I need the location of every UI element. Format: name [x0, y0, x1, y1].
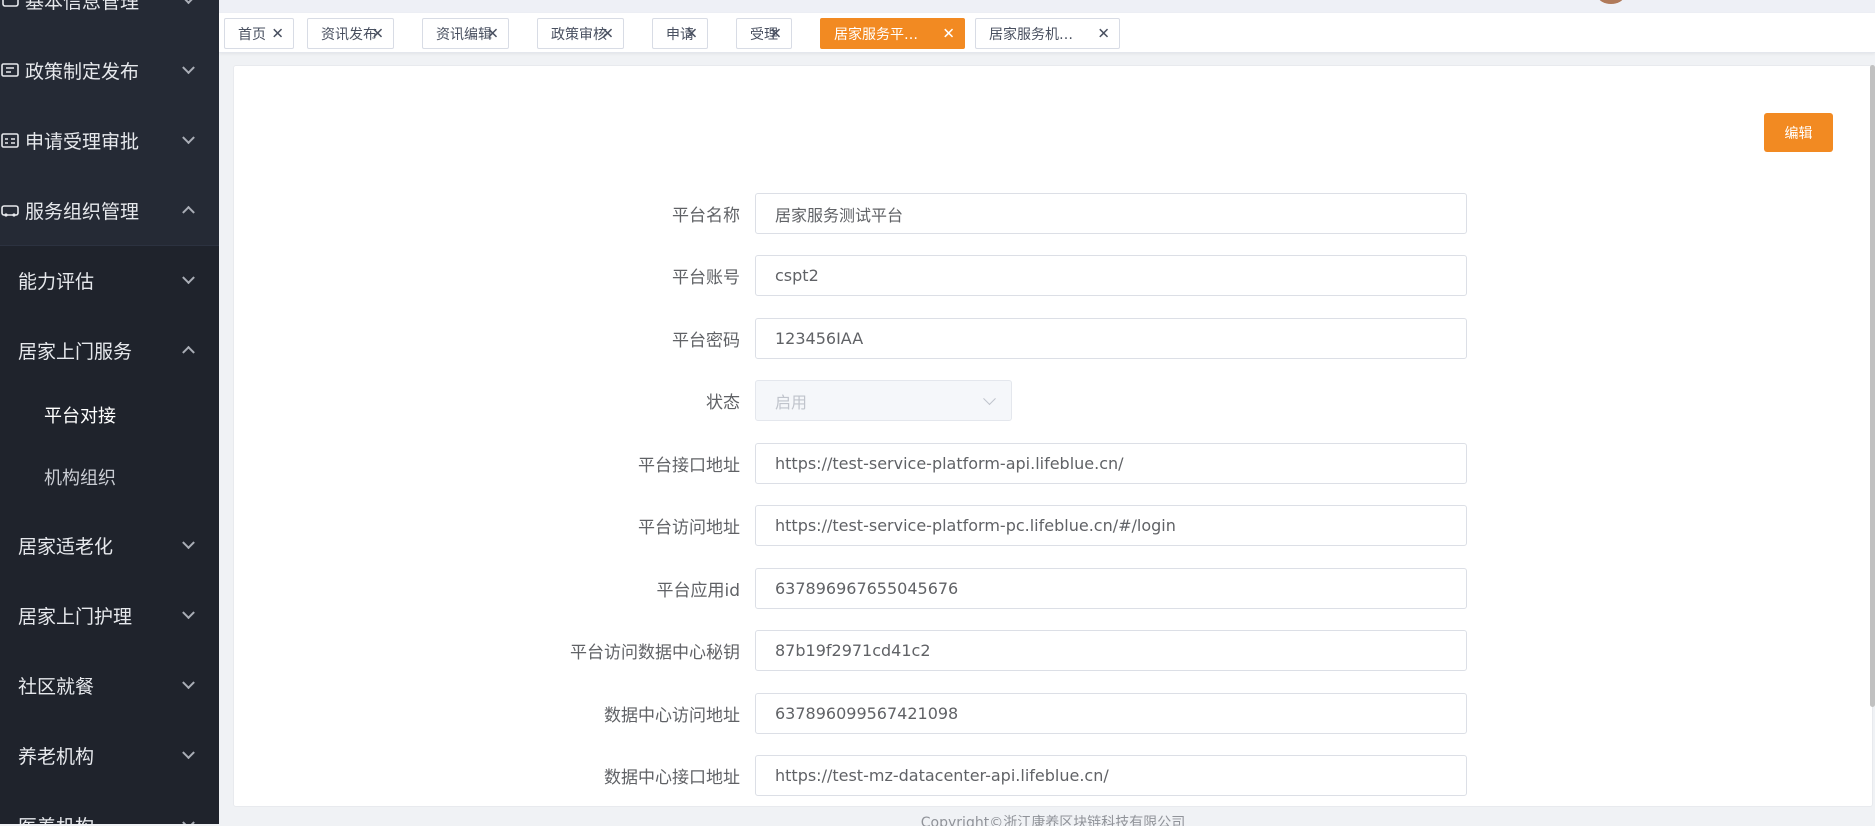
form-row-app-id: 平台应用id 637896967655045676: [470, 568, 1482, 609]
field-label: 数据中心访问地址: [604, 706, 740, 726]
field-label: 平台应用id: [656, 581, 740, 601]
status-value: 启用: [775, 392, 808, 412]
menu-platform-dock[interactable]: 平台对接: [0, 380, 219, 450]
form-row-platform-name: 平台名称 居家服务测试平台: [470, 193, 1482, 234]
sidebar: 基本信息管理 政策制定发布 申请受理审批 服务组织管理 能力评估 居家上门服务 …: [0, 0, 219, 824]
tab-bar: 首页 ✕ 资讯发布 ✕ 资讯编辑 ✕ 政策审核 ✕ 申请 ✕ 受理 ✕ 居家服务…: [219, 13, 1875, 53]
menu-label: 机构组织: [44, 468, 116, 489]
platform-password-input[interactable]: 123456IAA: [755, 318, 1467, 359]
tab-label: 资讯发布: [321, 26, 377, 43]
datacenter-access-input[interactable]: 637896099567421098: [755, 693, 1467, 734]
menu-elder-inst[interactable]: 养老机构: [0, 720, 219, 790]
approval-icon: [1, 131, 21, 149]
edit-button[interactable]: 编辑: [1764, 113, 1833, 152]
menu-aging-adapt[interactable]: 居家适老化: [0, 510, 219, 580]
policy-icon: [1, 61, 21, 79]
field-label: 平台名称: [672, 206, 740, 226]
chevron-down-icon: [983, 391, 996, 405]
form-row-access-address: 平台访问地址 https://test-service-platform-pc.…: [470, 505, 1482, 546]
tab-news-edit[interactable]: 资讯编辑 ✕: [422, 18, 509, 49]
top-header: [219, 0, 1875, 13]
close-icon[interactable]: ✕: [371, 26, 384, 41]
tab-apply[interactable]: 申请 ✕: [652, 18, 708, 49]
close-icon[interactable]: ✕: [769, 26, 782, 41]
field-label: 平台账号: [672, 268, 740, 288]
tab-home-service-org[interactable]: 居家服务机… ✕: [975, 18, 1120, 49]
field-label: 平台密码: [672, 331, 740, 351]
menu-org[interactable]: 机构组织: [0, 442, 219, 512]
close-icon[interactable]: ✕: [271, 26, 284, 41]
datacenter-secret-input[interactable]: 87b19f2971cd41c2: [755, 630, 1467, 671]
scrollbar[interactable]: [1870, 65, 1875, 707]
field-label: 平台访问地址: [638, 518, 740, 538]
access-address-input[interactable]: https://test-service-platform-pc.lifeblu…: [755, 505, 1467, 546]
menu-capability[interactable]: 能力评估: [0, 245, 219, 315]
close-icon[interactable]: ✕: [685, 26, 698, 41]
menu-home-nursing[interactable]: 居家上门护理: [0, 580, 219, 650]
app-id-input[interactable]: 637896967655045676: [755, 568, 1467, 609]
tab-label: 居家服务平…: [834, 26, 918, 43]
org-icon: [1, 201, 21, 219]
form-row-datacenter-access: 数据中心访问地址 637896099567421098: [470, 693, 1482, 734]
field-label: 平台接口地址: [638, 456, 740, 476]
menu-basic-info[interactable]: 基本信息管理: [0, 0, 219, 35]
form-row-platform-password: 平台密码 123456IAA: [470, 318, 1482, 359]
platform-name-input[interactable]: 居家服务测试平台: [755, 193, 1467, 234]
menu-service-org[interactable]: 服务组织管理: [0, 175, 219, 245]
menu-medical-inst[interactable]: 医养机构: [0, 790, 219, 824]
tab-policy-review[interactable]: 政策审核 ✕: [537, 18, 624, 49]
platform-account-input[interactable]: cspt2: [755, 255, 1467, 296]
close-icon[interactable]: ✕: [601, 26, 614, 41]
field-label: 数据中心接口地址: [604, 768, 740, 788]
tab-label: 资讯编辑: [436, 26, 492, 43]
close-icon[interactable]: ✕: [486, 26, 499, 41]
datacenter-api-input[interactable]: https://test-mz-datacenter-api.lifeblue.…: [755, 755, 1467, 796]
menu-policy[interactable]: 政策制定发布: [0, 35, 219, 105]
field-label: 状态: [706, 393, 740, 413]
field-label: 平台访问数据中心秘钥: [570, 643, 740, 663]
menu-label: 平台对接: [44, 406, 116, 427]
form-row-datacenter-api: 数据中心接口地址 https://test-mz-datacenter-api.…: [470, 755, 1482, 796]
menu-community-meal[interactable]: 社区就餐: [0, 650, 219, 720]
status-select[interactable]: 启用: [755, 380, 1012, 421]
tab-home-service-platform[interactable]: 居家服务平… ✕: [820, 18, 965, 49]
api-address-input[interactable]: https://test-service-platform-api.lifebl…: [755, 443, 1467, 484]
tab-label: 首页: [238, 26, 266, 43]
close-icon[interactable]: ✕: [942, 26, 955, 41]
close-icon[interactable]: ✕: [1097, 26, 1110, 41]
form-row-platform-account: 平台账号 cspt2: [470, 255, 1482, 296]
info-icon: [1, 0, 21, 9]
menu-home-visit[interactable]: 居家上门服务: [0, 315, 219, 385]
tab-home[interactable]: 首页 ✕: [224, 18, 294, 49]
form-row-api-address: 平台接口地址 https://test-service-platform-api…: [470, 443, 1482, 484]
form-row-datacenter-secret: 平台访问数据中心秘钥 87b19f2971cd41c2: [470, 630, 1482, 671]
form-row-status: 状态 启用: [470, 380, 1482, 421]
tab-news-publish[interactable]: 资讯发布 ✕: [307, 18, 394, 49]
tab-label: 政策审核: [551, 26, 607, 43]
menu-approval[interactable]: 申请受理审批: [0, 105, 219, 175]
tab-accept[interactable]: 受理 ✕: [736, 18, 792, 49]
tab-label: 居家服务机…: [989, 26, 1073, 43]
